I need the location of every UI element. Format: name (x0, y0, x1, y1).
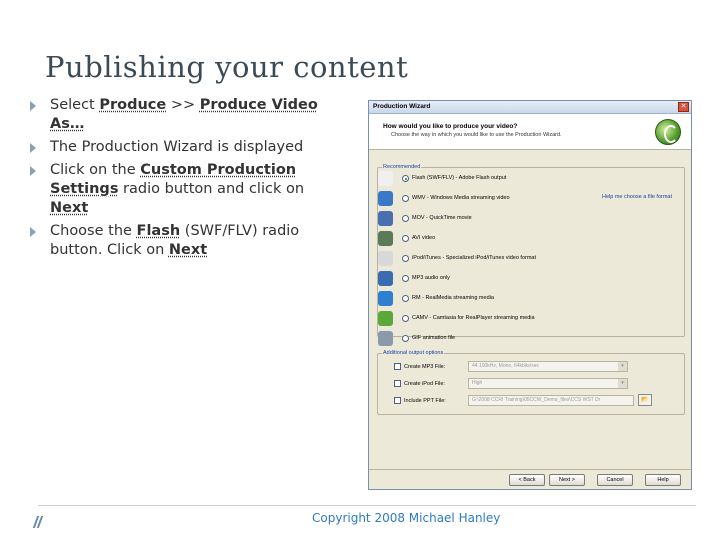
bullet-text: Click on the (50, 162, 141, 178)
format-option[interactable]: WMV - Windows Media streaming video (372, 190, 672, 208)
bullet-list: Select Produce >> Produce Video As… The P… (28, 96, 328, 264)
format-radio[interactable] (402, 315, 409, 322)
back-button[interactable]: < Back (509, 474, 545, 486)
format-radio[interactable] (402, 255, 409, 262)
production-wizard-dialog: Production Wizard ✕ How would you like t… (368, 100, 692, 490)
bullet-item: Select Produce >> Produce Video As… (28, 96, 328, 134)
bullet-emphasis: Produce (99, 97, 167, 113)
format-radio[interactable] (402, 275, 409, 282)
bullet-text: Choose the (50, 223, 137, 239)
quicktime-icon (378, 211, 393, 226)
format-option[interactable]: GIF animation file (372, 330, 672, 348)
bullet-text: radio button and click on (118, 181, 305, 197)
additional-options-label: Additional output options (382, 350, 445, 356)
bullet-text: Select (50, 97, 100, 113)
option-checkbox[interactable] (394, 380, 401, 387)
camtasia-logo-icon (655, 119, 681, 145)
dialog-header: How would you like to produce your video… (369, 114, 691, 150)
format-label: RM - RealMedia streaming media (412, 295, 494, 301)
cancel-button[interactable]: Cancel (597, 474, 633, 486)
dialog-title: Production Wizard (373, 103, 431, 110)
bullet-arrow-icon (30, 166, 36, 176)
bullet-emphasis: Next (50, 200, 89, 216)
format-label: Flash (SWF/FLV) - Adobe Flash output (412, 175, 507, 181)
next-button[interactable]: Next > (549, 474, 585, 486)
slide-corner-icon (32, 513, 47, 531)
format-option[interactable]: AVI video (372, 230, 672, 248)
flash-icon (378, 171, 393, 186)
format-radio[interactable] (402, 295, 409, 302)
bullet-item: Choose the Flash (SWF/FLV) radio button.… (28, 222, 328, 260)
ipod-icon (378, 251, 393, 266)
ppt-path-field[interactable]: G:\2008 CCRI Training\05CCW_Demo_files\C… (468, 395, 634, 406)
format-label: AVI video (412, 235, 436, 241)
format-label: iPod/iTunes - Specialized iPod/iTunes vi… (412, 255, 537, 261)
folder-icon[interactable]: 📂 (638, 394, 652, 406)
format-option[interactable]: Flash (SWF/FLV) - Adobe Flash output Help… (372, 170, 672, 200)
format-option[interactable]: MP3 audio only (372, 270, 672, 288)
bullet-item: Click on the Custom Production Settings … (28, 161, 328, 218)
format-radio[interactable] (402, 215, 409, 222)
option-value: 44.100kHz, Mono, 64kbits/sec (472, 363, 539, 369)
bullet-arrow-icon (30, 227, 36, 237)
additional-option-row: Include PPT File: G:\2008 CCRI Training\0… (384, 394, 680, 408)
option-label: Create iPod File: (404, 381, 445, 387)
format-radio[interactable] (402, 175, 409, 182)
bullet-arrow-icon (30, 143, 36, 153)
option-label: Create MP3 File: (404, 364, 446, 370)
option-label: Include PPT File: (404, 398, 446, 404)
gif-icon (378, 331, 393, 346)
close-icon[interactable]: ✕ (678, 102, 689, 112)
chevron-down-icon[interactable]: ▾ (618, 379, 627, 388)
bullet-text: The Production Wizard is displayed (50, 139, 304, 155)
chevron-down-icon[interactable]: ▾ (618, 362, 627, 371)
format-option[interactable]: RM - RealMedia streaming media (372, 290, 672, 308)
additional-option-row: Create MP3 File: 44.100kHz, Mono, 64kbits… (384, 360, 680, 374)
dialog-titlebar: Production Wizard ✕ (369, 101, 691, 114)
additional-options-group: Additional output options Create MP3 Fil… (377, 350, 685, 415)
recommended-group: Recommended Flash (SWF/FLV) - Adobe Flas… (377, 164, 685, 346)
format-label: CAMV - Camtasia for RealPlayer streaming… (412, 315, 535, 321)
realmedia-icon (378, 291, 393, 306)
bullet-emphasis: Next (168, 242, 208, 258)
help-button[interactable]: Help (645, 474, 681, 486)
additional-option-row: Create iPod File: High ▾ (384, 377, 680, 391)
slide-title: Publishing your content (45, 50, 409, 84)
dialog-subtitle: Choose the way in which you would like t… (391, 132, 562, 138)
format-radio[interactable] (402, 195, 409, 202)
option-checkbox[interactable] (394, 363, 401, 370)
option-checkbox[interactable] (394, 397, 401, 404)
format-option[interactable]: MOV - QuickTime movie (372, 210, 672, 228)
bullet-item: The Production Wizard is displayed (28, 138, 328, 157)
option-value: G:\2008 CCRI Training\05CCW_Demo_files\C… (472, 397, 601, 403)
format-option[interactable]: iPod/iTunes - Specialized iPod/iTunes vi… (372, 250, 672, 268)
footer-divider (38, 505, 696, 506)
windows-media-icon (378, 191, 393, 206)
format-option[interactable]: CAMV - Camtasia for RealPlayer streaming… (372, 310, 672, 328)
option-select[interactable]: 44.100kHz, Mono, 64kbits/sec ▾ (468, 361, 628, 372)
camtasia-icon (378, 311, 393, 326)
format-label: MOV - QuickTime movie (412, 215, 472, 221)
option-value: High (472, 380, 483, 386)
dialog-question: How would you like to produce your video… (383, 123, 518, 130)
format-label: GIF animation file (412, 335, 456, 341)
option-select[interactable]: High ▾ (468, 378, 628, 389)
bullet-emphasis: Flash (136, 223, 181, 239)
dialog-footer: < Back Next > Cancel Help (369, 469, 691, 489)
format-radio[interactable] (402, 235, 409, 242)
bullet-text: >> (166, 97, 200, 113)
format-label: WMV - Windows Media streaming video (412, 195, 510, 201)
mp3-icon (378, 271, 393, 286)
bullet-arrow-icon (30, 101, 36, 111)
format-radio[interactable] (402, 335, 409, 342)
avi-icon (378, 231, 393, 246)
format-label: MP3 audio only (412, 275, 450, 281)
copyright-text: Copyright 2008 Michael Hanley (312, 511, 501, 525)
